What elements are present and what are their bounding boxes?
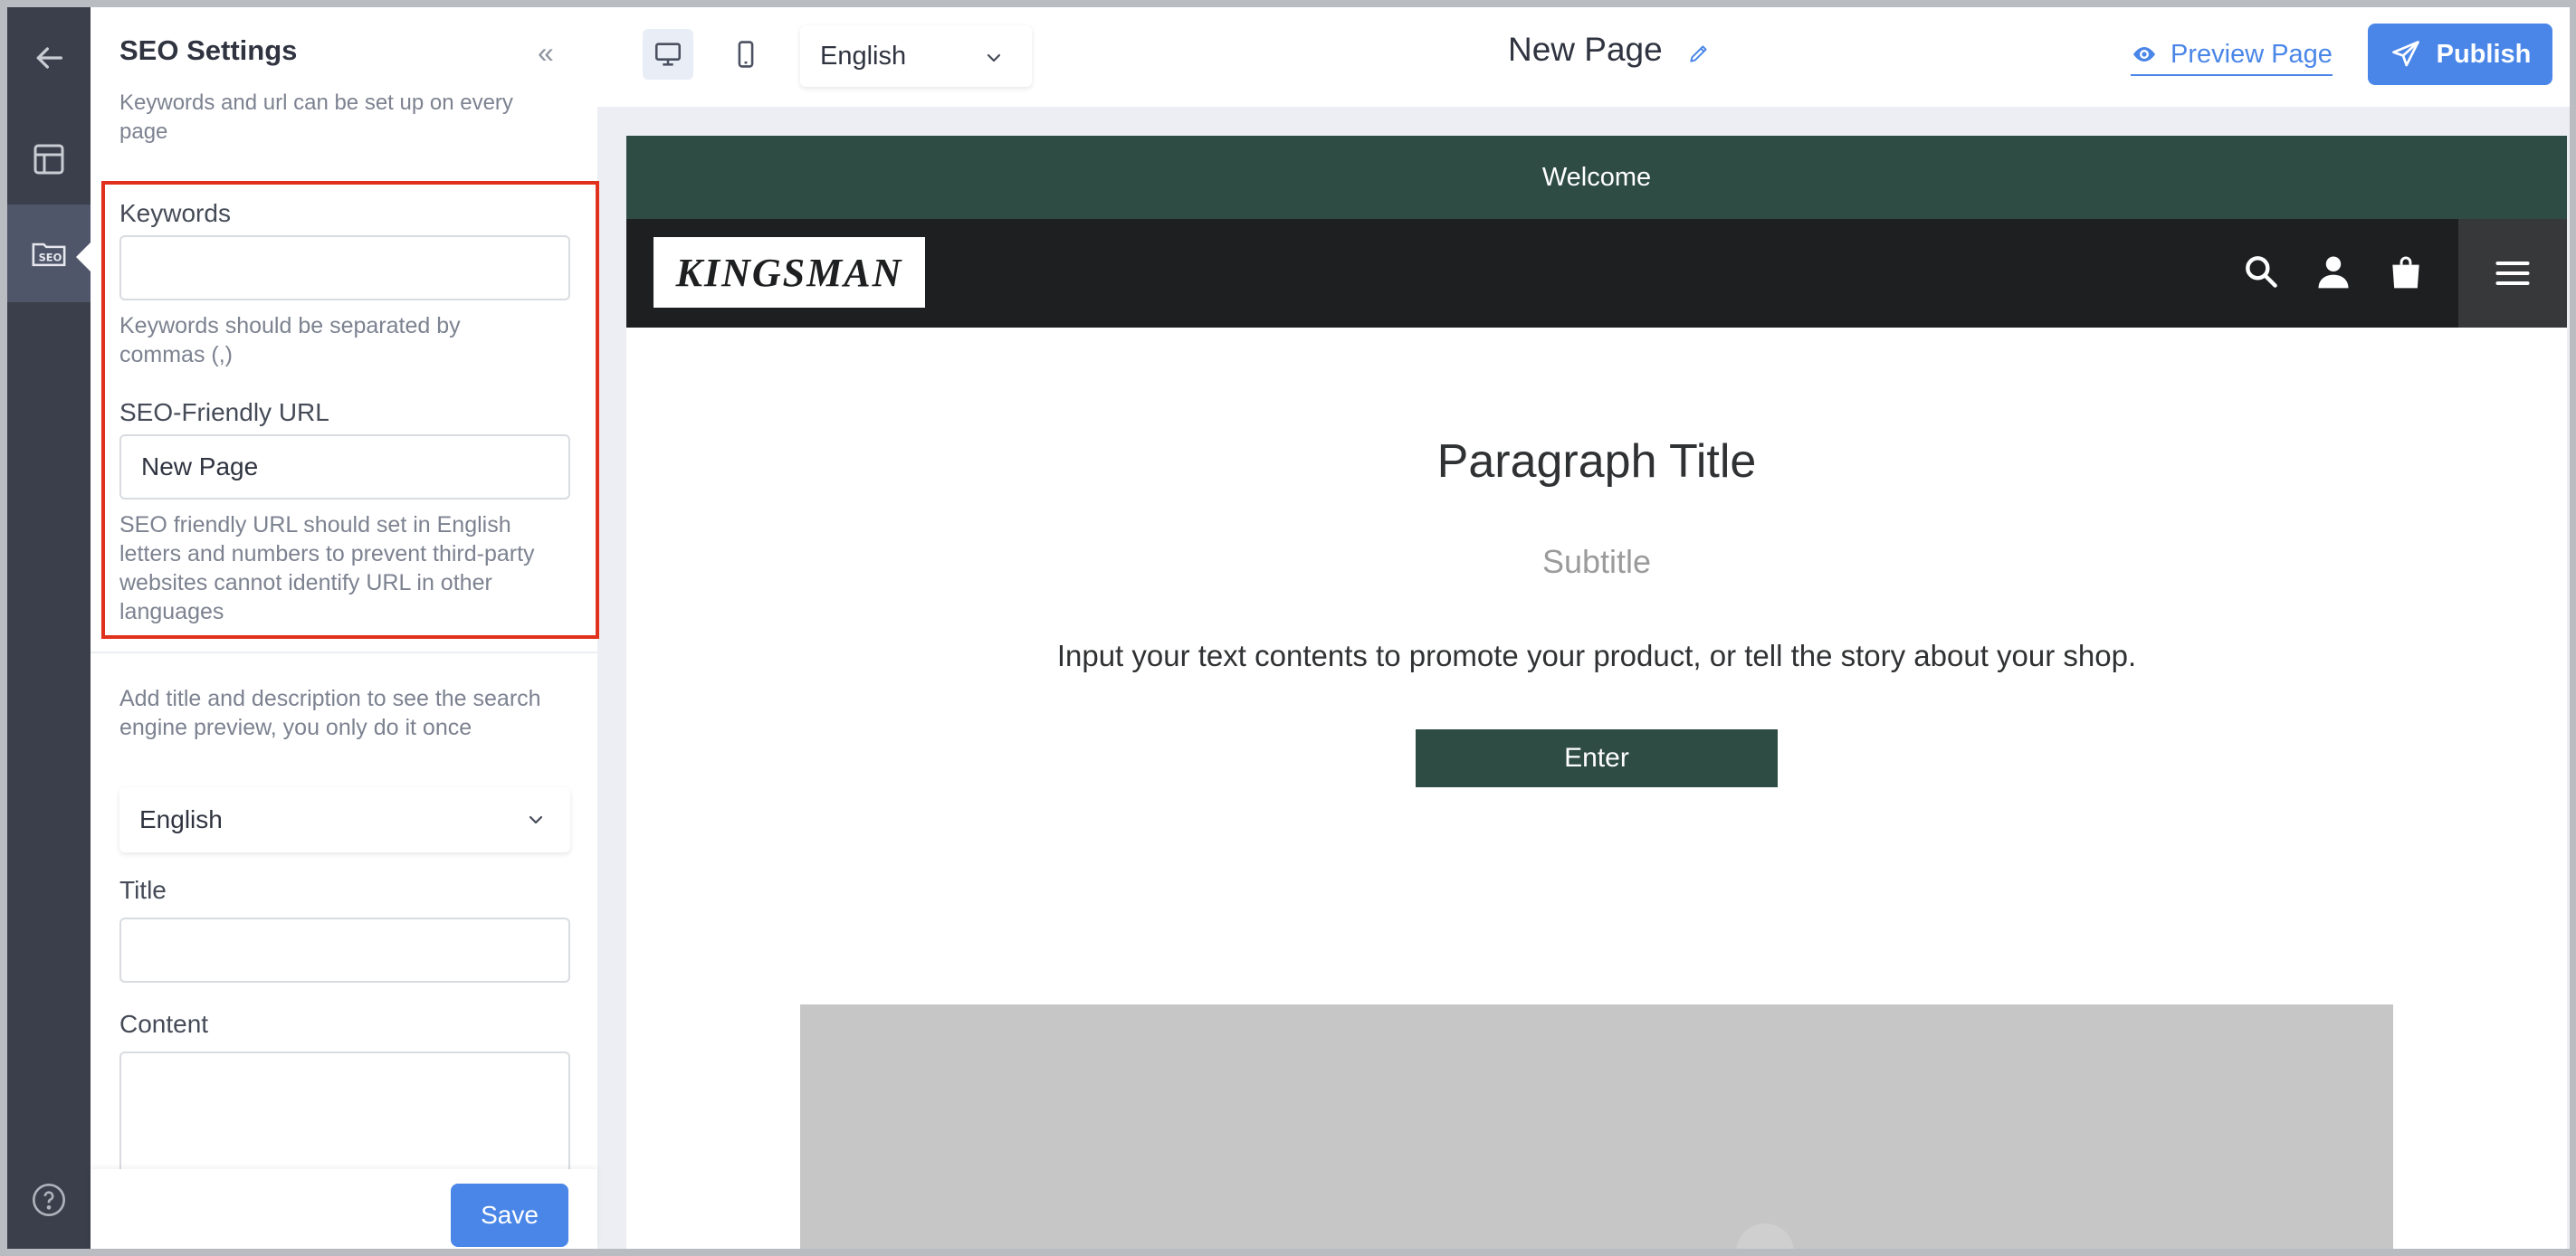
save-button[interactable]: Save bbox=[451, 1184, 568, 1247]
seo-settings-panel: SEO Settings « Keywords and url can be s… bbox=[91, 7, 599, 1249]
language-dropdown[interactable]: English bbox=[800, 25, 1032, 87]
seo-url-hint: SEO friendly URL should set in English l… bbox=[119, 512, 535, 624]
preview-page-label: Preview Page bbox=[2171, 39, 2333, 69]
page-preview-canvas: Welcome KINGSMAN Paragraph Title Subtitl… bbox=[626, 136, 2567, 1249]
content-label: Content bbox=[119, 1010, 209, 1038]
publish-label: Publish bbox=[2436, 39, 2532, 69]
user-account-icon[interactable] bbox=[2314, 252, 2353, 291]
desktop-icon bbox=[654, 43, 682, 66]
mobile-view-button[interactable] bbox=[720, 29, 771, 80]
layout-icon bbox=[33, 144, 64, 175]
seo-language-select[interactable]: English bbox=[119, 787, 570, 852]
svg-text:SEO: SEO bbox=[39, 252, 62, 264]
panel-title: SEO Settings bbox=[119, 34, 298, 66]
title-input[interactable] bbox=[119, 918, 570, 983]
seo-url-label: SEO-Friendly URL bbox=[119, 398, 329, 426]
help-circle-icon bbox=[33, 1184, 65, 1216]
search-preview-note: Add title and description to see the sea… bbox=[119, 686, 541, 740]
preview-page-link[interactable]: Preview Page bbox=[2131, 36, 2333, 76]
seo-folder-icon: SEO bbox=[32, 243, 66, 267]
pencil-edit-icon[interactable] bbox=[1687, 42, 1711, 65]
paragraph-body: Input your text contents to promote your… bbox=[1056, 639, 2137, 672]
back-button[interactable] bbox=[7, 9, 91, 107]
store-logo[interactable]: KINGSMAN bbox=[654, 237, 925, 308]
keywords-input[interactable] bbox=[119, 235, 570, 300]
paragraph-title: Paragraph Title bbox=[1436, 435, 1757, 488]
store-header: KINGSMAN bbox=[626, 219, 2567, 328]
content-textarea[interactable] bbox=[119, 1051, 570, 1187]
chevron-down-icon bbox=[987, 53, 1001, 62]
layout-button[interactable] bbox=[7, 110, 91, 208]
left-rail: SEO bbox=[7, 7, 91, 1249]
language-value: English bbox=[820, 41, 907, 71]
chevron-down-icon bbox=[529, 815, 543, 824]
mobile-phone-icon bbox=[738, 41, 754, 68]
image-placeholder[interactable] bbox=[800, 1004, 2393, 1249]
panel-description: Keywords and url can be set up on every … bbox=[119, 90, 513, 144]
section-divider bbox=[91, 652, 597, 653]
desktop-view-button[interactable] bbox=[643, 29, 693, 80]
enter-button[interactable]: Enter bbox=[1416, 729, 1778, 787]
hamburger-menu-icon bbox=[2495, 261, 2530, 286]
search-icon[interactable] bbox=[2241, 252, 2281, 291]
page-name: New Page bbox=[1508, 31, 1663, 68]
seo-language-value: English bbox=[139, 805, 223, 833]
help-button[interactable] bbox=[7, 1151, 91, 1249]
collapse-panel-icon[interactable]: « bbox=[538, 38, 554, 67]
keywords-hint: Keywords should be separated by commas (… bbox=[119, 313, 461, 367]
back-arrow-icon bbox=[36, 47, 63, 69]
shopping-bag-icon[interactable] bbox=[2386, 252, 2426, 291]
title-label: Title bbox=[119, 876, 167, 904]
image-placeholder-handle bbox=[1736, 1223, 1794, 1249]
eye-icon bbox=[2133, 47, 2155, 62]
paragraph-subtitle: Subtitle bbox=[1541, 543, 1652, 580]
publish-button[interactable]: Publish bbox=[2368, 24, 2552, 85]
welcome-banner[interactable]: Welcome bbox=[626, 136, 2567, 219]
keywords-label: Keywords bbox=[119, 199, 231, 227]
seo-url-input[interactable]: New Page bbox=[119, 434, 570, 500]
paper-plane-icon bbox=[2391, 41, 2419, 67]
editor-toolbar: English New Page Preview Page Publish bbox=[597, 7, 2570, 107]
menu-button[interactable] bbox=[2458, 219, 2567, 328]
